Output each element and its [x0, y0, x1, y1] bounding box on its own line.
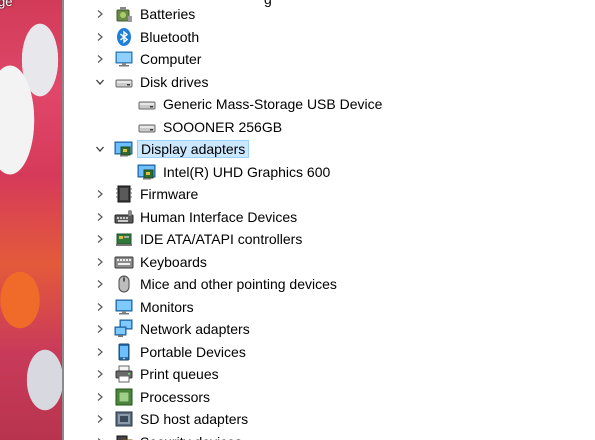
- tree-item-label[interactable]: Monitors: [137, 299, 197, 317]
- tree-category-row[interactable]: Mice and other pointing devices: [64, 273, 595, 295]
- portable-device-icon: [114, 342, 134, 362]
- tree-item-label[interactable]: SOOONER 256GB: [160, 119, 285, 137]
- ide-controller-icon: [114, 229, 134, 249]
- tree-item-label[interactable]: Keyboards: [137, 254, 210, 272]
- battery-icon: [114, 4, 134, 24]
- hid-icon: [114, 207, 134, 227]
- chevron-down-icon[interactable]: [92, 74, 108, 90]
- chevron-right-icon[interactable]: [92, 299, 108, 315]
- network-adapter-icon: [114, 319, 134, 339]
- tree-item-label[interactable]: SD host adapters: [137, 411, 251, 429]
- display-adapter-icon: [114, 139, 134, 159]
- chevron-right-icon[interactable]: [92, 411, 108, 427]
- mouse-icon: [114, 274, 134, 294]
- tree-item-label[interactable]: Human Interface Devices: [137, 209, 300, 227]
- desktop-background: ge: [0, 0, 62, 440]
- tree-category-row[interactable]: Portable Devices: [64, 341, 595, 363]
- chevron-right-icon[interactable]: [92, 276, 108, 292]
- tree-item-label[interactable]: Portable Devices: [137, 344, 249, 362]
- security-device-icon: [114, 432, 134, 440]
- bluetooth-icon: [114, 27, 134, 47]
- tree-category-row[interactable]: Security devices: [64, 431, 595, 440]
- chevron-right-icon[interactable]: [92, 344, 108, 360]
- firmware-icon: [114, 184, 134, 204]
- disk-drive-icon: [137, 94, 157, 114]
- display-adapter-icon: [137, 162, 157, 182]
- tree-item-label[interactable]: Firmware: [137, 186, 201, 204]
- monitor-icon: [114, 297, 134, 317]
- tree-item-label[interactable]: IDE ATA/ATAPI controllers: [137, 231, 305, 249]
- chevron-right-icon[interactable]: [92, 6, 108, 22]
- tree-category-row[interactable]: Batteries: [64, 3, 595, 25]
- tree-item-label[interactable]: Bluetooth: [137, 29, 202, 47]
- computer-icon: [114, 49, 134, 69]
- chevron-right-icon[interactable]: [92, 321, 108, 337]
- chevron-right-icon[interactable]: [92, 209, 108, 225]
- chevron-right-icon[interactable]: [92, 254, 108, 270]
- tree-category-row[interactable]: Disk drives: [64, 71, 595, 93]
- tree-device-row[interactable]: SOOONER 256GB: [64, 116, 595, 138]
- chevron-right-icon[interactable]: [92, 186, 108, 202]
- tree-category-row[interactable]: Print queues: [64, 363, 595, 385]
- tree-category-row[interactable]: Network adapters: [64, 318, 595, 340]
- tree-item-label[interactable]: Processors: [137, 389, 213, 407]
- tree-category-row[interactable]: Monitors: [64, 296, 595, 318]
- chevron-right-icon[interactable]: [92, 389, 108, 405]
- tree-category-row[interactable]: Human Interface Devices: [64, 206, 595, 228]
- tree-item-label[interactable]: Computer: [137, 51, 204, 69]
- chevron-right-icon[interactable]: [92, 51, 108, 67]
- tree-device-row[interactable]: Generic Mass-Storage USB Device: [64, 93, 595, 115]
- chevron-right-icon[interactable]: [92, 366, 108, 382]
- chevron-down-icon[interactable]: [92, 141, 108, 157]
- chevron-right-icon[interactable]: [92, 434, 108, 440]
- tree-category-row[interactable]: Bluetooth: [64, 26, 595, 48]
- disk-drive-icon: [114, 72, 134, 92]
- tree-item-label[interactable]: Disk drives: [137, 74, 211, 92]
- tree-item-label[interactable]: Generic Mass-Storage USB Device: [160, 96, 385, 114]
- keyboard-icon: [114, 252, 134, 272]
- disk-drive-icon: [137, 117, 157, 137]
- tree-category-row[interactable]: IDE ATA/ATAPI controllers: [64, 228, 595, 250]
- desktop-icon-label[interactable]: ge: [0, 0, 12, 9]
- chevron-right-icon[interactable]: [92, 29, 108, 45]
- tree-item-label[interactable]: Network adapters: [137, 321, 253, 339]
- chevron-right-icon[interactable]: [92, 231, 108, 247]
- tree-category-row[interactable]: Firmware: [64, 183, 595, 205]
- tree-item-label[interactable]: Print queues: [137, 366, 222, 384]
- tree-category-row[interactable]: Display adapters: [64, 138, 595, 160]
- tree-item-label[interactable]: Intel(R) UHD Graphics 600: [160, 164, 333, 182]
- tree-item-label[interactable]: Security devices: [137, 434, 245, 440]
- tree-category-row[interactable]: Computer: [64, 48, 595, 70]
- tree-item-label[interactable]: Batteries: [137, 6, 198, 24]
- sd-host-adapter-icon: [114, 409, 134, 429]
- tree-category-row[interactable]: SD host adapters: [64, 408, 595, 430]
- tree-item-label[interactable]: Display adapters: [137, 140, 250, 158]
- device-tree[interactable]: g BatteriesBluetoothComputerDisk drivesG…: [64, 0, 595, 440]
- tree-item-label[interactable]: Mice and other pointing devices: [137, 276, 340, 294]
- tree-category-row[interactable]: Processors: [64, 386, 595, 408]
- tree-category-row[interactable]: Keyboards: [64, 251, 595, 273]
- printer-icon: [114, 364, 134, 384]
- tree-device-row[interactable]: Intel(R) UHD Graphics 600: [64, 161, 595, 183]
- processor-icon: [114, 387, 134, 407]
